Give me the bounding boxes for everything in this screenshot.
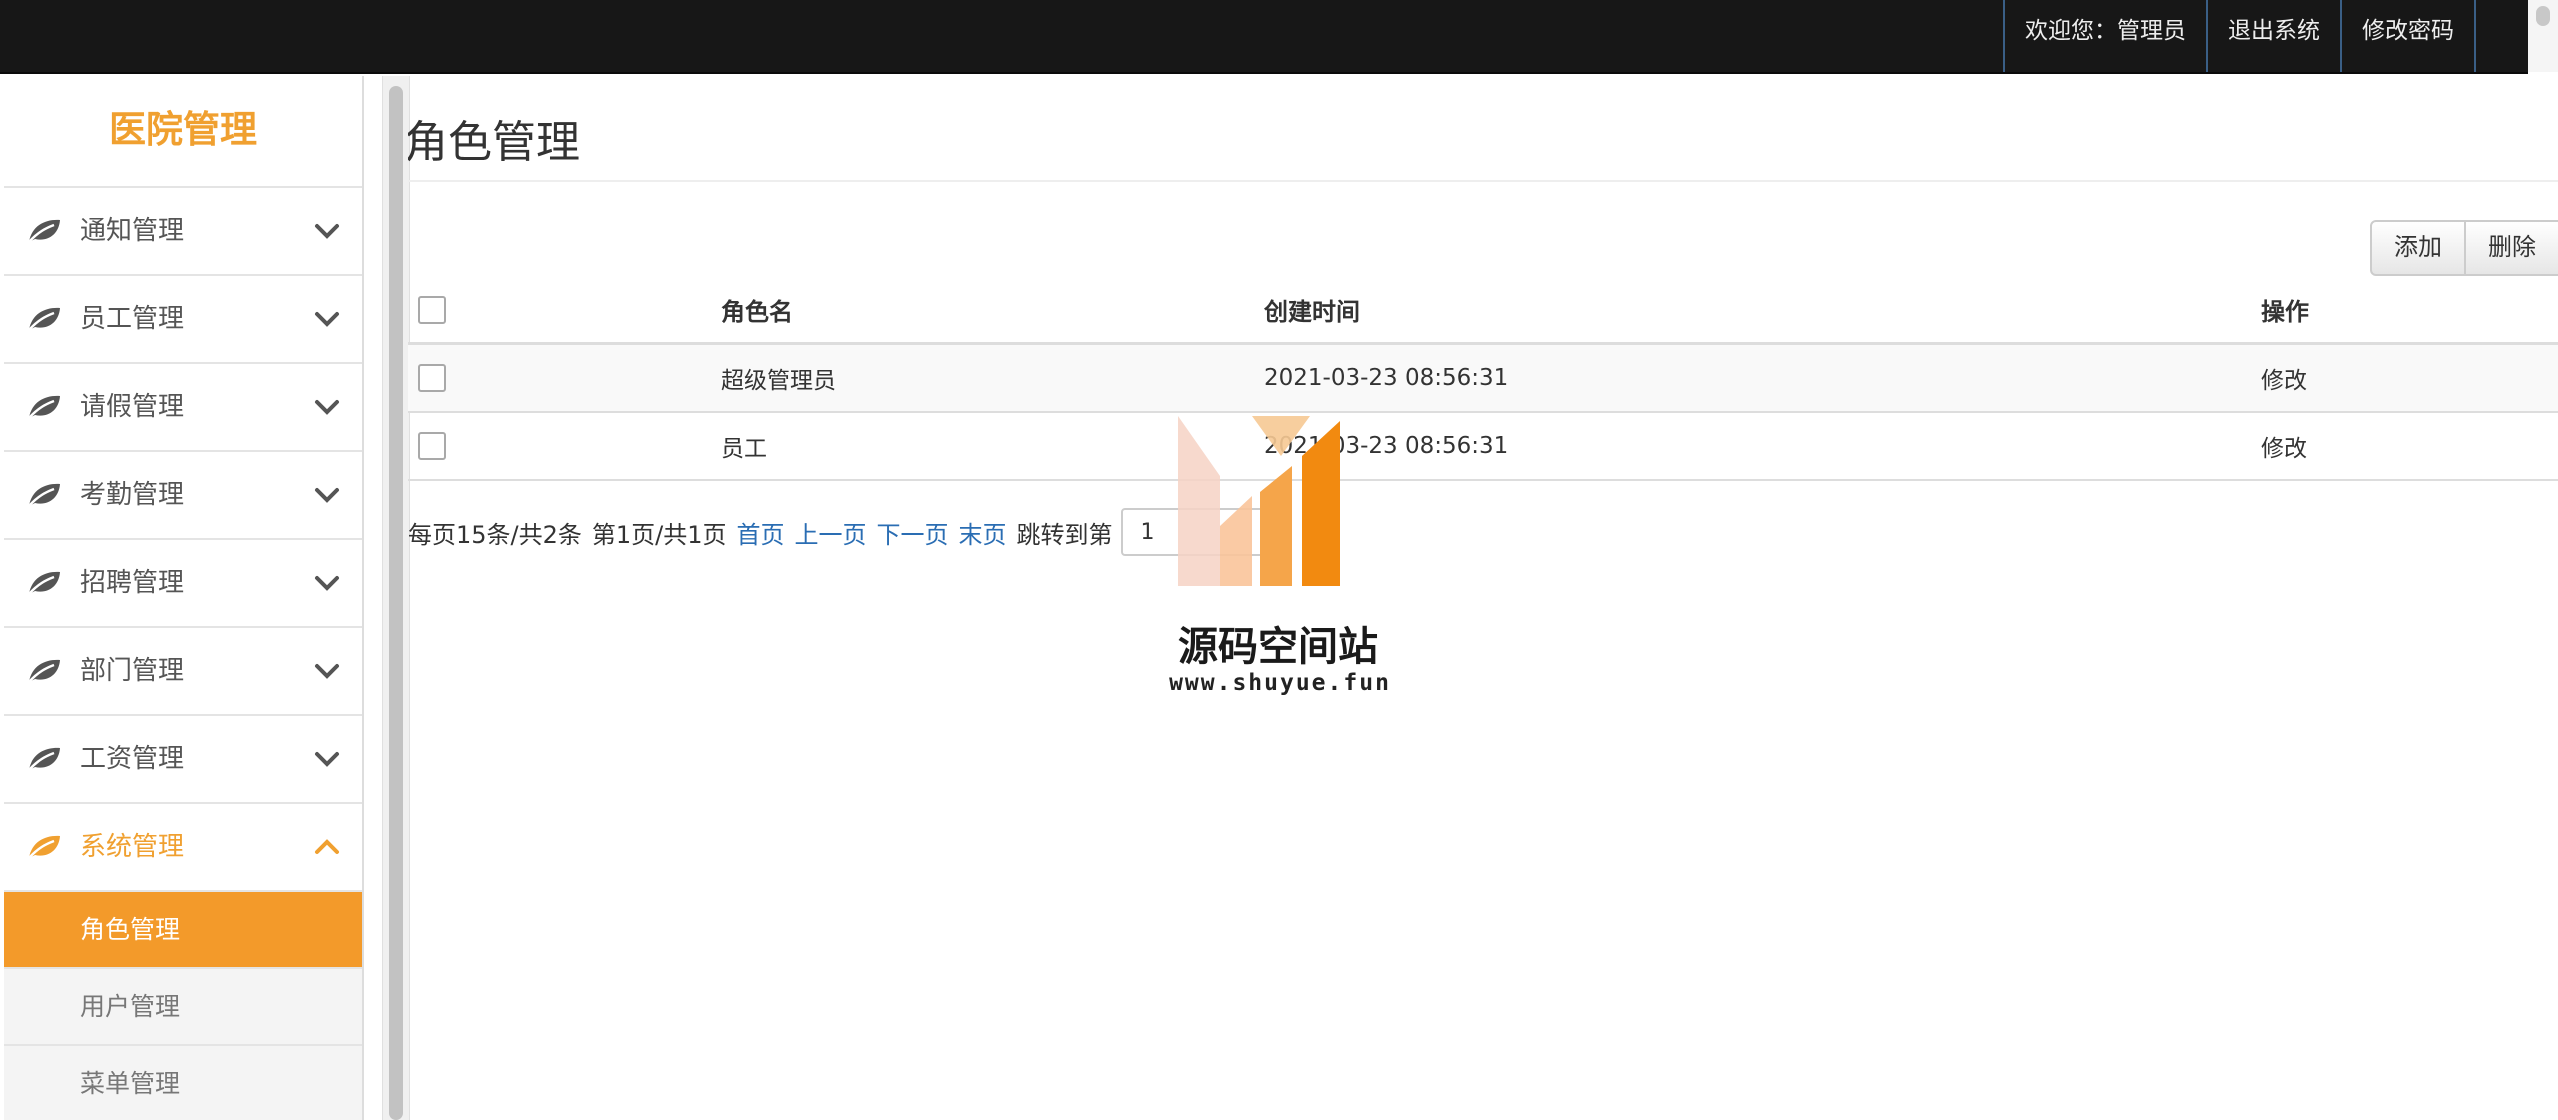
chevron-down-icon	[315, 576, 339, 591]
page-title: 角色管理	[408, 117, 580, 168]
sidebar-item-menu[interactable]: 菜单管理	[4, 1046, 362, 1120]
pager-jump-input[interactable]	[1120, 508, 1271, 556]
change-password-link[interactable]: 修改密码	[2340, 0, 2476, 72]
leaf-icon	[28, 659, 60, 683]
leaf-icon	[28, 747, 60, 771]
window-scrollbar-thumb[interactable]	[2536, 6, 2550, 26]
chevron-down-icon	[315, 664, 339, 679]
created-time-cell: 2021-03-23 08:56:31	[1264, 343, 2261, 413]
top-nav: 欢迎您：管理员 退出系统 修改密码	[2003, 0, 2476, 72]
leaf-icon	[28, 835, 60, 859]
pager-jump-label: 跳转到第	[1016, 520, 1113, 549]
sidebar: 医院管理 通知管理 员工管理 请假管理 考勤管理 招聘管理 部门管理 工资管理 …	[4, 76, 364, 1120]
edit-link[interactable]: 修改	[2261, 436, 2307, 462]
top-navbar: 欢迎您：管理员 退出系统 修改密码	[0, 0, 2528, 74]
pager-last-link[interactable]: 末页	[959, 515, 1007, 550]
sidebar-item-role[interactable]: 角色管理	[4, 892, 362, 969]
logout-link[interactable]: 退出系统	[2206, 0, 2340, 72]
row-checkbox[interactable]	[418, 364, 446, 392]
table-row: 员工 2021-03-23 08:56:31 修改	[408, 412, 2558, 481]
welcome-user[interactable]: 欢迎您：管理员	[2003, 0, 2206, 72]
chevron-down-icon	[315, 752, 339, 767]
action-cell: 修改	[2261, 343, 2558, 413]
chevron-down-icon	[315, 488, 339, 503]
pager-next-link[interactable]: 下一页	[877, 515, 949, 550]
sidebar-menu-label: 系统管理	[80, 832, 185, 862]
pagination: 每页15条/共2条 第1页/共1页 首页 上一页 下一页 末页 跳转到第	[408, 504, 1271, 560]
sidebar-menu-recruit[interactable]: 招聘管理	[4, 540, 362, 628]
sidebar-scrollbar-thumb[interactable]	[389, 86, 403, 1120]
row-checkbox[interactable]	[418, 432, 446, 460]
role-table: 角色名 创建时间 操作 超级管理员 2021-03-23 08:56:31 修改…	[408, 276, 2558, 481]
header-action: 操作	[2261, 276, 2558, 345]
sidebar-menu-label: 考勤管理	[80, 480, 185, 510]
pager-page-info: 第1页/共1页	[591, 520, 727, 549]
watermark-url: www.shuyue.fun	[1169, 670, 1391, 696]
action-cell: 修改	[2261, 412, 2558, 481]
row-check-cell	[408, 343, 721, 413]
leaf-icon	[28, 219, 60, 243]
leaf-icon	[28, 483, 60, 507]
leaf-icon	[28, 395, 60, 419]
chevron-down-icon	[315, 312, 339, 327]
pager-first-link[interactable]: 首页	[737, 515, 785, 550]
sidebar-menu-notice[interactable]: 通知管理	[4, 188, 362, 276]
chevron-down-icon	[315, 400, 339, 415]
sidebar-scrollbar[interactable]	[382, 76, 410, 1120]
created-time-cell: 2021-03-23 08:56:31	[1264, 412, 2261, 481]
role-name-cell: 员工	[721, 412, 1264, 481]
delete-button[interactable]: 删除	[2466, 220, 2558, 276]
sidebar-menu-department[interactable]: 部门管理	[4, 628, 362, 716]
watermark-name: 源码空间站	[1178, 624, 1378, 670]
leaf-icon	[28, 307, 60, 331]
sidebar-menu-label: 部门管理	[80, 656, 185, 686]
sidebar-menu-label: 招聘管理	[80, 568, 185, 598]
sidebar-menu-label: 员工管理	[80, 304, 185, 334]
header-role-name: 角色名	[721, 276, 1264, 345]
sidebar-menu-system[interactable]: 系统管理	[4, 804, 362, 892]
window-scrollbar[interactable]	[2528, 0, 2558, 72]
role-name-cell: 超级管理员	[721, 343, 1264, 413]
sidebar-menu-label: 通知管理	[80, 216, 185, 246]
table-row: 超级管理员 2021-03-23 08:56:31 修改	[408, 343, 2558, 413]
sidebar-brand: 医院管理	[4, 76, 362, 188]
pager-summary: 每页15条/共2条	[408, 520, 582, 549]
pager-prev-link[interactable]: 上一页	[795, 515, 867, 550]
sidebar-menu-employee[interactable]: 员工管理	[4, 276, 362, 364]
sidebar-menu-leave[interactable]: 请假管理	[4, 364, 362, 452]
edit-link[interactable]: 修改	[2261, 368, 2307, 394]
sidebar-menu-label: 请假管理	[80, 392, 185, 422]
title-divider	[408, 180, 2558, 182]
chevron-down-icon	[315, 224, 339, 239]
sidebar-menu-label: 工资管理	[80, 744, 185, 774]
table-header-row: 角色名 创建时间 操作	[408, 276, 2558, 345]
sidebar-menu-attendance[interactable]: 考勤管理	[4, 452, 362, 540]
sidebar-item-user[interactable]: 用户管理	[4, 969, 362, 1046]
header-created-time: 创建时间	[1264, 276, 2261, 345]
add-button[interactable]: 添加	[2370, 220, 2466, 276]
main-content: 角色管理 添加 删除 角色名 创建时间 操作 超级管理员 2021-03-23 …	[408, 76, 2558, 1120]
row-check-cell	[408, 412, 721, 481]
select-all-cell	[408, 276, 721, 345]
toolbar: 添加 删除	[2370, 220, 2558, 276]
chevron-up-icon	[315, 839, 339, 854]
select-all-checkbox[interactable]	[418, 295, 446, 324]
sidebar-menu-salary[interactable]: 工资管理	[4, 716, 362, 804]
leaf-icon	[28, 571, 60, 595]
